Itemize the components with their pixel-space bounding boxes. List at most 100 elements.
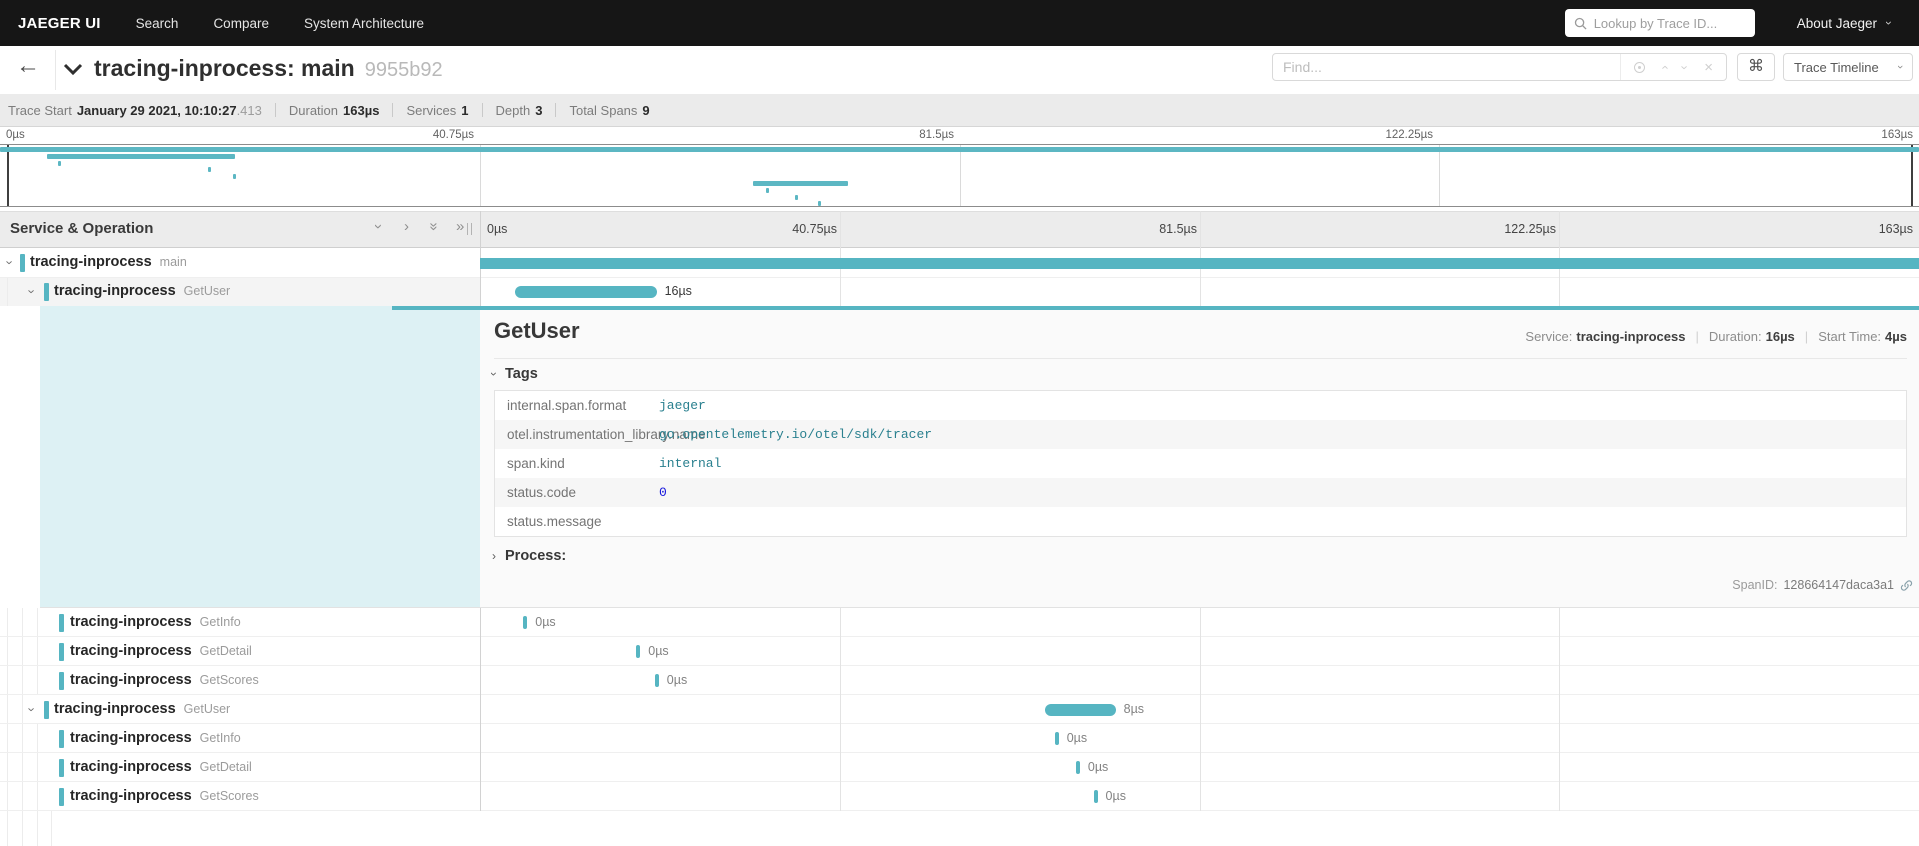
span-name-cell[interactable]: ›tracing-inprocessmain: [0, 248, 480, 277]
process-title: Process:: [505, 548, 566, 564]
indent-guide: [22, 724, 23, 752]
indent-guide: [51, 811, 52, 846]
span-bar[interactable]: [1076, 761, 1080, 774]
span-row-getdetail[interactable]: tracing-inprocessGetDetail 0µs: [0, 753, 1919, 782]
find-input[interactable]: Find... › › ×: [1272, 53, 1727, 81]
span-color-accent: [44, 701, 49, 719]
minimap-tick-4: 163µs: [1881, 129, 1913, 143]
span-service-name: tracing-inprocessGetDetail: [70, 643, 252, 659]
span-name-cell[interactable]: tracing-inprocessGetDetail: [0, 637, 480, 665]
span-detail-panel: GetUser Service:tracing-inprocess | Dura…: [480, 310, 1919, 608]
span-bar[interactable]: [515, 286, 656, 298]
column-resize-grip[interactable]: [467, 223, 472, 235]
tags-accordion-toggle[interactable]: › Tags: [492, 366, 538, 382]
span-duration-label: 0µs: [1088, 760, 1108, 774]
span-detail-top-border: [392, 306, 1919, 310]
span-bar[interactable]: [1045, 704, 1116, 716]
span-bar[interactable]: [1094, 790, 1098, 803]
copy-link-icon[interactable]: [1900, 579, 1913, 592]
tag-row-otel.instrumentation_library.name[interactable]: otel.instrumentation_library.namego.open…: [495, 420, 1906, 449]
focus-match-icon[interactable]: [1634, 62, 1645, 73]
nav-item-system-architecture[interactable]: System Architecture: [304, 16, 424, 31]
span-row-main[interactable]: ›tracing-inprocessmain: [0, 248, 1919, 278]
span-name-cell[interactable]: ›tracing-inprocessGetUser: [0, 695, 480, 723]
minimap-right-scrubber[interactable]: [1911, 145, 1913, 206]
span-duration-label: 0µs: [1067, 731, 1087, 745]
span-bar[interactable]: [480, 258, 1919, 269]
app-logo[interactable]: JAEGER UI: [18, 15, 101, 32]
span-expander-icon[interactable]: ›: [25, 289, 40, 293]
expand-all-icon[interactable]: »: [456, 219, 464, 234]
indent-guide: [22, 811, 23, 846]
span-bar[interactable]: [1055, 732, 1059, 745]
trace-title-chevron-icon[interactable]: [62, 62, 84, 81]
span-name-cell[interactable]: tracing-inprocessGetInfo: [0, 724, 480, 752]
span-name-cell[interactable]: tracing-inprocessGetInfo: [0, 608, 480, 636]
nav-right-group: Lookup by Trace ID... About Jaeger ›: [1565, 9, 1919, 37]
collapse-one-icon[interactable]: ›: [371, 224, 386, 229]
indent-guide: [7, 278, 8, 306]
span-operation-name: GetScores: [200, 673, 259, 687]
span-name-cell[interactable]: tracing-inprocessGetScores: [0, 666, 480, 694]
span-operation-name: GetUser: [184, 284, 231, 298]
jaeger-trace-page: JAEGER UI Search Compare System Architec…: [0, 0, 1919, 846]
span-detail-overview: Service:tracing-inprocess | Duration:16µ…: [1525, 329, 1907, 344]
span-id-value: 128664147daca3a1: [1783, 578, 1894, 592]
trace-minimap[interactable]: [0, 144, 1919, 207]
span-detail-indent-band: [40, 306, 480, 608]
span-row-getuser[interactable]: ›tracing-inprocessGetUser8µs: [0, 695, 1919, 724]
span-bar[interactable]: [523, 616, 527, 629]
minimap-gridline: [480, 145, 481, 206]
nav-item-compare[interactable]: Compare: [213, 16, 269, 31]
tag-row-status.message[interactable]: status.message: [495, 507, 1906, 536]
span-bar[interactable]: [655, 674, 659, 687]
chevron-down-icon: ›: [1882, 21, 1896, 25]
span-color-accent: [59, 788, 64, 806]
about-jaeger-menu[interactable]: About Jaeger: [1797, 16, 1877, 31]
indent-guide: [22, 637, 23, 665]
tag-row-span.kind[interactable]: span.kindinternal: [495, 449, 1906, 478]
span-row-getuser[interactable]: ›tracing-inprocessGetUser16µs: [0, 278, 1919, 306]
minimap-tick-0: 0µs: [6, 129, 25, 143]
minimap-left-scrubber[interactable]: [7, 145, 9, 206]
keyboard-shortcuts-button[interactable]: ⌘: [1737, 53, 1775, 81]
trace-view-selector[interactable]: Trace Timeline ›: [1783, 53, 1913, 81]
span-row-getscores[interactable]: tracing-inprocessGetScores0µs: [0, 666, 1919, 695]
tag-row-status.code[interactable]: status.code0: [495, 478, 1906, 507]
span-name-cell[interactable]: tracing-inprocessGetDetail: [0, 753, 480, 781]
clear-search-icon[interactable]: ×: [1704, 60, 1713, 75]
nav-item-search[interactable]: Search: [136, 16, 179, 31]
span-name-cell[interactable]: tracing-inprocessGetScores: [0, 782, 480, 810]
tag-value: internal: [659, 456, 721, 471]
span-color-accent: [59, 672, 64, 690]
span-operation-name: GetInfo: [200, 731, 241, 745]
span-row-getinfo[interactable]: tracing-inprocessGetInfo0µs: [0, 608, 1919, 637]
span-bar[interactable]: [636, 645, 640, 658]
span-duration-label: 0µs: [1106, 789, 1126, 803]
span-color-accent: [59, 643, 64, 661]
span-row-getdetail[interactable]: tracing-inprocessGetDetail0µs: [0, 637, 1919, 666]
next-result-icon[interactable]: ›: [1679, 65, 1692, 69]
minimap-tick-2: 81.5µs: [854, 129, 954, 143]
indent-guide: [7, 782, 8, 810]
prev-result-icon[interactable]: ›: [1657, 65, 1670, 69]
trace-id-lookup-input[interactable]: Lookup by Trace ID...: [1565, 9, 1755, 37]
span-name-cell[interactable]: ›tracing-inprocessGetUser: [0, 278, 480, 306]
indent-guide: [7, 753, 8, 781]
tag-key: span.kind: [495, 456, 659, 471]
indent-guide: [22, 608, 23, 636]
tag-row-internal.span.format[interactable]: internal.span.formatjaeger: [495, 391, 1906, 420]
span-row-getscores[interactable]: tracing-inprocessGetScores 0µs: [0, 782, 1919, 811]
minimap-span-bar: [58, 161, 61, 166]
back-button[interactable]: ←: [16, 54, 40, 78]
span-row-getinfo[interactable]: tracing-inprocessGetInfo 0µs: [0, 724, 1919, 753]
span-expander-icon[interactable]: ›: [3, 260, 18, 264]
span-expander-icon[interactable]: ›: [25, 707, 40, 711]
expand-one-icon[interactable]: ›: [404, 219, 409, 234]
span-operation-name: main: [160, 255, 187, 269]
indent-guide: [37, 811, 38, 846]
process-accordion-toggle[interactable]: › Process:: [492, 548, 566, 564]
indent-guide: [37, 724, 38, 752]
collapse-all-icon[interactable]: »: [427, 222, 442, 230]
span-color-accent: [20, 254, 25, 272]
